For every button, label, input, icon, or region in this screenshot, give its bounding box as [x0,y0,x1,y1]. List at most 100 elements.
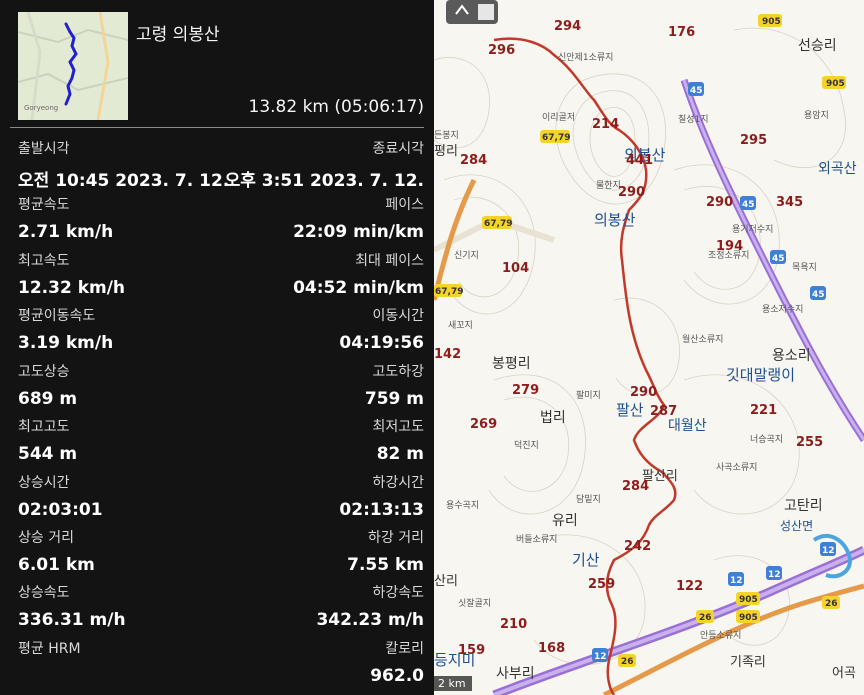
elevation-label: 259 [588,577,615,592]
map-place-label: 목욕지 [792,262,817,273]
elevation-label: 176 [668,25,695,40]
map-overlay-button[interactable] [446,0,498,24]
stat-value: 6.01 km [18,555,95,575]
map-place-label: 신안제1소류지 [558,52,613,63]
map-place-label: 사곡소류지 [716,462,757,473]
map-place-label: 칠성1지 [678,114,709,125]
stat-value: 342.23 m/h [316,610,424,630]
svg-text:905: 905 [762,17,781,27]
road-shield: 67,79 [434,284,463,297]
stat-moving-time: 이동시간 04:19:56 [339,305,424,353]
elevation-label: 441 [626,153,653,168]
stat-value: 7.55 km [347,555,424,575]
track-distance-duration: 13.82 km (05:06:17) [248,97,425,117]
stat-label: 출발시각 [18,141,70,157]
stat-value: 04:19:56 [339,333,424,353]
track-summary-panel: Goryeong 고령 의봉산 13.82 km (05:06:17) 출발시각… [0,0,434,695]
stat-label: 페이스 [385,197,424,213]
road-shield: 45 [770,250,786,264]
stat-label: 상승 거리 [18,530,74,546]
svg-text:12: 12 [768,570,781,580]
stat-label: 평균 HRM [18,641,81,657]
svg-text:45: 45 [742,200,755,210]
svg-text:26: 26 [699,613,712,623]
stat-value: 12.32 km/h [18,278,126,298]
stat-value: 544 m [18,444,78,464]
map-place-label: 산리 [434,574,458,589]
stat-pace: 페이스 22:09 min/km [293,194,424,242]
stat-label: 최고고도 [18,419,70,435]
road-shield: 45 [688,82,704,96]
stat-min-elevation: 최저고도 82 m [372,416,424,464]
map-place-label: 법리 [540,410,566,426]
map-place-label: 용소리 [772,348,811,364]
stat-label: 상승시간 [18,475,70,491]
stat-label: 최대 페이스 [355,253,424,269]
stat-value: 오전 10:45 2023. 7. 12. [18,171,230,191]
stat-avg-speed: 평균속도 2.71 km/h [18,194,113,242]
topographic-map[interactable]: 의봉산 의봉산 팔산 대월산 깃대말랭이 기산 외곡산 봉평리 법리 유리 팔산… [434,0,864,695]
road-shield: 26 [618,654,636,667]
svg-text:45: 45 [772,254,785,264]
elevation-label: 214 [592,117,619,132]
stat-value: 04:52 min/km [293,278,424,298]
stat-max-speed: 최고속도 12.32 km/h [18,250,125,298]
map-place-label: 든봉지 [434,130,459,141]
road-shield: 905 [736,610,760,623]
road-shield: 45 [810,286,826,300]
map-square-icon [478,4,494,20]
svg-text:26: 26 [621,657,634,667]
stat-descent-time: 하강시간 02:13:13 [339,472,424,520]
elevation-label: 221 [750,403,777,418]
svg-text:12: 12 [594,652,607,662]
road-shield: 905 [736,592,760,605]
stat-max-elevation: 최고고도 544 m [18,416,77,464]
svg-text:905: 905 [739,613,758,623]
stat-value: 3.19 km/h [18,333,114,353]
elevation-label: 284 [460,153,487,168]
map-place-label: 신기지 [454,250,479,261]
stat-end-time: 종료시각 오후 3:51 2023. 7. 12. [225,138,424,191]
road-shield: 12 [766,566,782,580]
route-thumbnail[interactable]: Goryeong [18,12,128,120]
stat-label: 하강 거리 [368,530,424,546]
stat-label: 고도하강 [372,364,424,380]
stat-value: 82 m [376,444,424,464]
map-place-label: 너승곡지 [750,434,783,445]
stat-value: 962.0 [370,666,424,686]
stat-value: 336.31 m/h [18,610,126,630]
elevation-label: 210 [500,617,527,632]
stat-label: 평균이동속도 [18,308,96,324]
map-place-label: 기족리 [730,655,766,670]
map-place-label: 팔미지 [576,389,601,401]
road-shield: 905 [822,76,846,89]
map-place-label: 버들소류지 [516,534,557,545]
stat-max-pace: 최대 페이스 04:52 min/km [293,250,424,298]
stat-label: 칼로리 [385,641,424,657]
svg-text:67,79: 67,79 [435,287,463,297]
elevation-label: 122 [676,579,703,594]
elevation-label: 255 [796,435,823,450]
stat-elevation-loss: 고도하강 759 m [365,361,424,409]
elevation-label: 290 [630,385,657,400]
map-place-label: 담밑지 [576,493,601,505]
road-shield: 26 [696,610,714,623]
map-place-label: 새꼬지 [448,320,473,331]
elevation-label: 284 [622,479,649,494]
map-place-label: 사부리 [496,666,535,682]
stat-label: 평균속도 [18,197,70,213]
stat-avg-moving-speed: 평균이동속도 3.19 km/h [18,305,113,353]
map-place-label: 용소저수지 [762,304,803,315]
stat-descent-speed: 하강속도 342.23 m/h [316,582,424,630]
svg-text:67,79: 67,79 [542,133,570,143]
svg-text:905: 905 [826,79,845,89]
map-place-label: 선승리 [798,38,837,54]
track-title: 고령 의봉산 [136,25,220,45]
stat-value: 22:09 min/km [293,222,424,242]
map-place-label: 기산 [572,551,600,569]
map-canvas: 의봉산 의봉산 팔산 대월산 깃대말랭이 기산 외곡산 봉평리 법리 유리 팔산… [434,0,864,695]
stat-label: 하강시간 [372,475,424,491]
road-shield: 12 [728,572,744,586]
map-place-label: 유리 [552,513,578,529]
road-shield: 67,79 [482,216,512,229]
